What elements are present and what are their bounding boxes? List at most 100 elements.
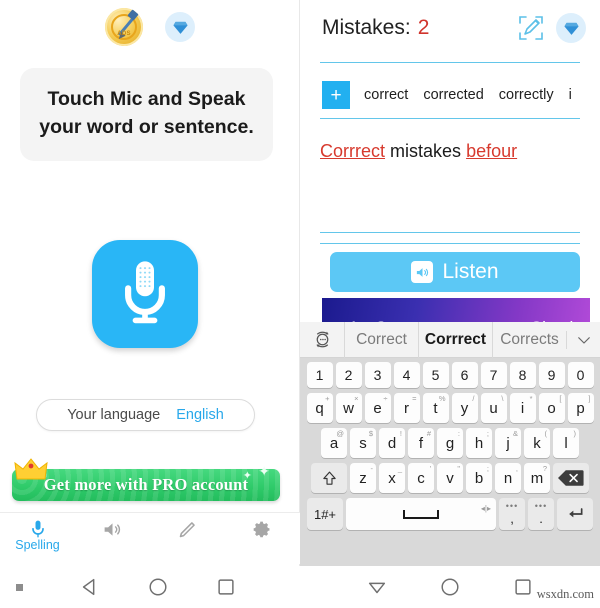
comma-key[interactable]: ••• ,: [499, 498, 525, 530]
shift-key[interactable]: [311, 463, 347, 493]
mic-record-button[interactable]: [92, 240, 198, 348]
kb-suggestion[interactable]: Correct: [344, 321, 418, 358]
key-l[interactable]: ) l: [553, 428, 579, 458]
key-v-sup: ": [457, 464, 460, 473]
nav-item-settings[interactable]: [225, 513, 300, 540]
key-m[interactable]: ? m: [524, 463, 550, 493]
recents-square-icon[interactable]: [215, 576, 237, 598]
shift-arrow-icon: [322, 471, 336, 485]
key-b[interactable]: ; b: [466, 463, 492, 493]
kb-suggestion-active[interactable]: Corrrect: [418, 321, 492, 358]
key-y-sup: /: [472, 394, 475, 403]
period-key[interactable]: ••• .: [528, 498, 554, 530]
suggestion-word[interactable]: correctly: [499, 87, 554, 103]
listen-button[interactable]: Listen: [330, 252, 580, 292]
instruction-text: Touch Mic and Speak your word or sentenc…: [39, 88, 254, 138]
key-u[interactable]: \ u: [480, 393, 507, 423]
key-7[interactable]: 7: [480, 362, 507, 388]
language-selector[interactable]: Your language English: [36, 399, 255, 431]
correct-word: mistakes: [390, 141, 462, 161]
key-n-sup: ,: [515, 464, 518, 473]
key-j[interactable]: & j: [495, 428, 521, 458]
text-editor[interactable]: Corrrect mistakes befour: [320, 128, 580, 232]
pro-account-banner[interactable]: Get more with PRO account ✦ ✦: [12, 458, 280, 501]
key-t[interactable]: % t: [422, 393, 449, 423]
key-c[interactable]: ' c: [408, 463, 434, 493]
key-o[interactable]: [o: [538, 393, 565, 423]
key-v[interactable]: " v: [437, 463, 463, 493]
key-z[interactable]: -z: [350, 463, 376, 493]
symbols-key[interactable]: 1#+: [307, 498, 343, 530]
key-3[interactable]: 3: [364, 362, 391, 388]
key-h-label: h: [474, 434, 484, 452]
suggestion-word[interactable]: corrected: [423, 87, 483, 103]
key-g[interactable]: :g: [437, 428, 463, 458]
editor-line: Corrrect mistakes befour: [320, 128, 580, 163]
backspace-key[interactable]: [553, 463, 589, 493]
key-h[interactable]: ; h: [466, 428, 492, 458]
key-8[interactable]: 8: [509, 362, 536, 388]
suggestion-word[interactable]: correct: [364, 87, 408, 103]
ads-label: ADS: [117, 31, 131, 37]
divider-bottom-2: [320, 243, 580, 244]
key-r[interactable]: = r: [393, 393, 420, 423]
kb-suggestion[interactable]: Corrects: [492, 321, 566, 358]
key-a[interactable]: @ a: [321, 428, 347, 458]
microphone-icon: [31, 520, 44, 538]
key-d-label: d: [387, 434, 397, 452]
diamond-icon[interactable]: [556, 13, 586, 43]
key-c-sup: ': [429, 464, 431, 473]
home-circle-icon[interactable]: [147, 576, 169, 598]
keyboard-row-numbers: 1 2 3 4 5 6 7 8 9 0: [302, 362, 598, 388]
key-2[interactable]: 2: [335, 362, 362, 388]
key-r-sup: =: [412, 394, 417, 403]
key-4[interactable]: 4: [393, 362, 420, 388]
key-f-label: f: [418, 434, 424, 452]
nav-item-spelling[interactable]: Spelling: [0, 513, 75, 552]
key-w[interactable]: × w: [335, 393, 362, 423]
key-1[interactable]: 1: [306, 362, 333, 388]
nav-item-speaker[interactable]: [75, 513, 150, 540]
key-p-label: p: [576, 399, 585, 417]
key-y[interactable]: / y: [451, 393, 478, 423]
key-f[interactable]: # f: [408, 428, 434, 458]
key-n[interactable]: ,n: [495, 463, 521, 493]
enter-key[interactable]: [557, 498, 593, 530]
mistakes-label: Mistakes:: [322, 16, 411, 39]
key-b-sup: ;: [486, 464, 489, 473]
key-e[interactable]: ÷ e: [364, 393, 391, 423]
left-phone-panel: ADS Touch Mic and Speak your word or sen…: [0, 0, 300, 608]
key-n-label: n: [503, 469, 513, 487]
key-0[interactable]: 0: [567, 362, 594, 388]
key-k[interactable]: (k: [524, 428, 550, 458]
misspelled-word[interactable]: befour: [466, 141, 517, 161]
misspelled-word[interactable]: Corrrect: [320, 141, 385, 161]
key-p[interactable]: ] p: [567, 393, 594, 423]
back-triangle-icon[interactable]: [79, 576, 101, 598]
key-9[interactable]: 9: [538, 362, 565, 388]
diamond-icon[interactable]: [165, 12, 195, 42]
add-word-button[interactable]: +: [322, 81, 350, 109]
spacebar-glyph: [403, 509, 439, 519]
key-w-sup: ×: [354, 394, 359, 403]
key-i[interactable]: * i: [509, 393, 536, 423]
edit-button[interactable]: [516, 13, 546, 43]
key-q[interactable]: + q: [306, 393, 333, 423]
back-triangle-icon[interactable]: [366, 576, 388, 598]
space-key[interactable]: ◂|▸: [346, 498, 496, 530]
emoji-sticker-icon[interactable]: [300, 329, 344, 350]
divider-top: [320, 62, 580, 63]
ads-reward-icon[interactable]: ADS: [105, 8, 143, 46]
key-e-sup: ÷: [383, 394, 388, 403]
key-5[interactable]: 5: [422, 362, 449, 388]
key-d[interactable]: ! d: [379, 428, 405, 458]
chevron-down-icon[interactable]: [566, 330, 600, 349]
recents-square-icon[interactable]: [512, 576, 534, 598]
nav-item-write[interactable]: [150, 513, 225, 540]
suggestion-word[interactable]: i: [569, 87, 572, 103]
key-x[interactable]: _ x: [379, 463, 405, 493]
key-s[interactable]: $ s: [350, 428, 376, 458]
key-i-label: i: [520, 399, 525, 417]
key-6[interactable]: 6: [451, 362, 478, 388]
home-circle-icon[interactable]: [439, 576, 461, 598]
